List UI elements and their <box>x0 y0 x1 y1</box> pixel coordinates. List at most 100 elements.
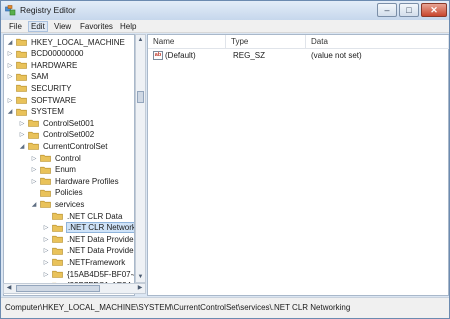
expand-arrow-icon[interactable]: ▷ <box>18 120 26 127</box>
scroll-down-icon[interactable]: ▼ <box>136 272 145 282</box>
folder-icon <box>52 212 63 220</box>
expand-arrow-icon[interactable]: ▷ <box>42 259 50 266</box>
tree-item-label: HARDWARE <box>31 60 78 70</box>
tree-horizontal-scrollbar[interactable]: ◀ ▶ <box>3 283 146 294</box>
scroll-left-icon[interactable]: ◀ <box>4 284 14 293</box>
menu-help[interactable]: Help <box>118 21 138 32</box>
tree-item[interactable]: ◢ HKEY_LOCAL_MACHINE <box>6 36 126 48</box>
registry-tree[interactable]: ◢ HKEY_LOCAL_MACHINE ▷ BCD00000000 ▷ HARDWARE… <box>3 34 135 296</box>
menu-bar: File Edit View Favorites Help <box>1 20 449 33</box>
collapse-arrow-icon[interactable]: ◢ <box>30 201 38 208</box>
tree-vertical-scrollbar[interactable]: ▲ ▼ <box>135 34 146 283</box>
column-header-type[interactable]: Type <box>226 35 306 49</box>
menu-edit[interactable]: Edit <box>28 21 48 32</box>
tree-item[interactable]: SECURITY <box>6 82 72 94</box>
tree-item[interactable]: ▷ {15AB4D5F-BF07-4 <box>42 268 134 280</box>
values-list[interactable]: Name Type Data ab (Default) REG_SZ (valu… <box>147 34 449 296</box>
tree-item[interactable]: ▷ ControlSet002 <box>18 129 95 141</box>
folder-icon <box>52 235 63 243</box>
folder-icon <box>52 258 63 267</box>
expand-arrow-icon[interactable]: ▷ <box>18 131 26 138</box>
folder-icon <box>40 166 51 174</box>
tree-item[interactable]: ▷ .NET Data Provider <box>42 233 135 245</box>
tree-item-label: Enum <box>55 165 76 175</box>
close-icon: ✕ <box>430 4 438 15</box>
folder-icon <box>16 50 27 58</box>
minimize-icon: – <box>384 5 390 15</box>
folder-icon <box>52 247 63 255</box>
folder-icon <box>40 177 51 185</box>
registry-editor-window: Registry Editor – □ ✕ File Edit View Fav… <box>0 0 450 319</box>
close-button[interactable]: ✕ <box>421 3 447 17</box>
window-title: Registry Editor <box>20 5 76 15</box>
title-bar[interactable]: Registry Editor – □ ✕ <box>1 1 449 20</box>
expand-arrow-icon[interactable]: ▷ <box>6 50 14 57</box>
tree-item[interactable]: ▷ HARDWARE <box>6 59 78 71</box>
tree-item-label: ControlSet002 <box>43 130 95 140</box>
folder-icon <box>16 108 27 116</box>
tree-item-label: SECURITY <box>31 83 72 93</box>
tree-item-label: SAM <box>31 72 49 82</box>
expand-arrow-icon[interactable]: ▷ <box>30 166 38 173</box>
tree-item-label: Control <box>55 153 81 163</box>
collapse-arrow-icon[interactable]: ◢ <box>6 39 14 46</box>
expand-arrow-icon[interactable]: ▷ <box>6 97 14 104</box>
tree-item-label: .NETFramework <box>67 257 126 267</box>
column-header-data[interactable]: Data <box>306 35 449 49</box>
tree-item[interactable]: ◢ services <box>30 198 85 210</box>
menu-favorites[interactable]: Favorites <box>78 21 115 32</box>
value-row[interactable]: ab (Default) REG_SZ (value not set) <box>148 50 448 62</box>
menu-view[interactable]: View <box>52 21 73 32</box>
tree-item-label: BCD00000000 <box>31 49 84 59</box>
tree-item[interactable]: ▷ SOFTWARE <box>6 94 77 106</box>
expand-arrow-icon[interactable]: ▷ <box>42 224 50 231</box>
folder-icon <box>28 131 39 139</box>
menu-file[interactable]: File <box>7 21 24 32</box>
column-header-name[interactable]: Name <box>148 35 226 49</box>
scroll-right-icon[interactable]: ▶ <box>135 284 145 293</box>
expand-arrow-icon[interactable]: ▷ <box>42 247 50 254</box>
expand-arrow-icon[interactable]: ▷ <box>42 271 50 278</box>
tree-item-label: Policies <box>55 188 83 198</box>
collapse-arrow-icon[interactable]: ◢ <box>6 108 14 115</box>
status-bar: Computer\HKEY_LOCAL_MACHINE\SYSTEM\Curre… <box>1 297 449 318</box>
folder-icon <box>28 142 39 151</box>
tree-item[interactable]: ▷ Hardware Profiles <box>30 175 120 187</box>
tree-item-label: services <box>55 199 85 209</box>
tree-item[interactable]: ▷ .NET Data Provider <box>42 245 134 257</box>
tree-item[interactable]: ▷ .NET CLR Networki <box>42 222 134 234</box>
tree-item[interactable]: ▷ BCD00000000 <box>6 48 84 60</box>
expand-arrow-icon[interactable]: ▷ <box>6 73 14 80</box>
expand-arrow-icon[interactable]: ▷ <box>30 178 38 185</box>
expand-arrow-icon[interactable]: ▷ <box>30 155 38 162</box>
folder-icon <box>16 96 27 104</box>
folder-icon <box>40 200 51 209</box>
scroll-thumb-horizontal[interactable] <box>16 285 100 292</box>
folder-icon <box>16 73 27 81</box>
tree-item[interactable]: .NET CLR Data <box>42 210 123 222</box>
tree-item[interactable]: ▷ Control <box>30 152 82 164</box>
tree-item-label: ControlSet001 <box>43 118 95 128</box>
collapse-arrow-icon[interactable]: ◢ <box>18 143 26 150</box>
folder-icon <box>16 61 27 69</box>
minimize-button[interactable]: – <box>377 3 397 17</box>
tree-item-label: Hardware Profiles <box>55 176 119 186</box>
value-type: REG_SZ <box>233 51 266 60</box>
tree-item[interactable]: ◢ SYSTEM <box>6 106 65 118</box>
tree-item[interactable]: ▷ ControlSet001 <box>18 117 95 129</box>
tree-item[interactable]: ▷ .NETFramework <box>42 256 126 268</box>
expand-arrow-icon[interactable]: ▷ <box>6 62 14 69</box>
scroll-thumb[interactable] <box>137 91 144 103</box>
value-name: (Default) <box>165 51 196 60</box>
maximize-button[interactable]: □ <box>399 3 419 17</box>
expand-arrow-icon[interactable]: ▷ <box>42 236 50 243</box>
tree-item-label: SOFTWARE <box>31 95 77 105</box>
tree-item[interactable]: ▷ SAM <box>6 71 49 83</box>
tree-item[interactable]: ▷ Enum <box>30 164 77 176</box>
tree-item[interactable]: Policies <box>30 187 84 199</box>
tree-item-label: .NET Data Provider <box>67 234 135 244</box>
maximize-icon: □ <box>406 5 412 15</box>
scroll-up-icon[interactable]: ▲ <box>136 35 145 45</box>
tree-item[interactable]: ◢ CurrentControlSet <box>18 140 108 152</box>
folder-icon <box>40 189 51 197</box>
